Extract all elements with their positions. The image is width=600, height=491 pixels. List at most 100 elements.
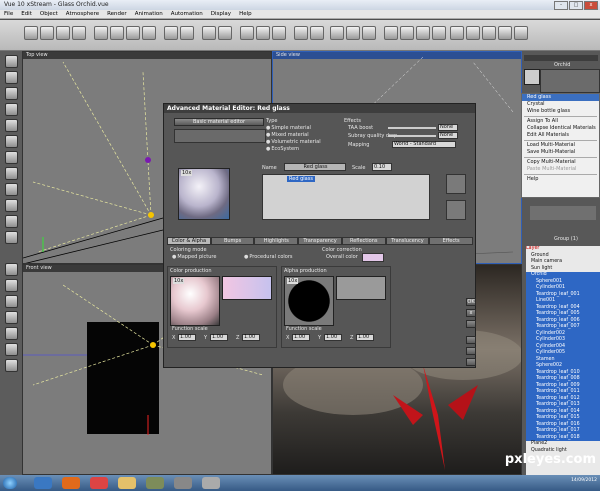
- paste-icon[interactable]: [126, 26, 140, 40]
- tab-translucency[interactable]: Translucency: [385, 237, 430, 245]
- alpha-scale-x-field[interactable]: 1.00: [292, 334, 310, 341]
- menu-display[interactable]: Display: [211, 10, 231, 18]
- rotate-view-icon[interactable]: [498, 26, 512, 40]
- app-icon[interactable]: [146, 477, 164, 489]
- open-icon[interactable]: [40, 26, 54, 40]
- cube-tool-icon[interactable]: [5, 71, 18, 84]
- copy-icon[interactable]: [110, 26, 124, 40]
- basic-material-editor-button[interactable]: Basic material editor: [174, 118, 264, 126]
- color-map-gradient[interactable]: [222, 276, 272, 300]
- color-preview-badge[interactable]: 10x: [173, 278, 185, 284]
- layout-icon[interactable]: [450, 26, 464, 40]
- camera-icon[interactable]: [256, 26, 270, 40]
- menu-item-wine-bottle-glass[interactable]: Wine bottle glass: [522, 108, 599, 115]
- menu-item-collapse-identical[interactable]: Collapse Identical Materials: [522, 125, 599, 132]
- color-scale-z-field[interactable]: 1.00: [242, 334, 260, 341]
- zoom-in-icon[interactable]: [400, 26, 414, 40]
- move-tool-icon[interactable]: [5, 343, 18, 356]
- overall-color-swatch[interactable]: [362, 253, 384, 262]
- menu-automation[interactable]: Automation: [171, 10, 203, 18]
- taa-boost-slider[interactable]: [388, 127, 436, 129]
- layer-alpha-swatch[interactable]: [446, 200, 466, 220]
- menu-render[interactable]: Render: [107, 10, 127, 18]
- chrome-icon[interactable]: [90, 477, 108, 489]
- cancel-button[interactable]: x: [466, 309, 476, 317]
- menu-edit[interactable]: Edit: [21, 10, 32, 18]
- path-tool-icon[interactable]: [5, 215, 18, 228]
- menu-help[interactable]: Help: [239, 10, 252, 18]
- tab-color-alpha[interactable]: Color & Alpha: [167, 237, 211, 245]
- grid-icon[interactable]: [482, 26, 496, 40]
- world-browser-tree[interactable]: Layer Ground Main camera Sun light Orchi…: [526, 246, 600, 475]
- scale-tool-icon[interactable]: [5, 359, 18, 372]
- tab-transparency[interactable]: Transparency: [298, 237, 342, 245]
- align-tool-icon[interactable]: [5, 327, 18, 340]
- menu-item-help[interactable]: Help: [522, 176, 599, 183]
- save-icon[interactable]: [56, 26, 70, 40]
- folder-icon[interactable]: [118, 477, 136, 489]
- material-thumbnail-icon[interactable]: [524, 69, 540, 85]
- colors-icon[interactable]: [310, 26, 324, 40]
- save-material-icon[interactable]: [466, 347, 476, 355]
- search-icon[interactable]: [384, 26, 398, 40]
- preview-icon[interactable]: [330, 26, 344, 40]
- rock-tool-icon[interactable]: [5, 167, 18, 180]
- light-tool-icon[interactable]: [5, 183, 18, 196]
- menu-item-load-multi[interactable]: Load Multi-Material: [522, 142, 599, 149]
- plant-tool-icon[interactable]: [5, 151, 18, 164]
- link-icon[interactable]: [218, 26, 232, 40]
- alpha-preview-badge[interactable]: 10x: [287, 278, 299, 284]
- type-ecosystem-radio[interactable]: EcoSystem: [266, 146, 299, 152]
- zoom-fit-icon[interactable]: [432, 26, 446, 40]
- zoom-out-icon[interactable]: [416, 26, 430, 40]
- undo-icon[interactable]: [164, 26, 178, 40]
- time-icon[interactable]: [294, 26, 308, 40]
- metablob-tool-icon[interactable]: [5, 279, 18, 292]
- layer-color-swatch[interactable]: [446, 174, 466, 194]
- mountain-tool-icon[interactable]: [5, 119, 18, 132]
- terrain-tool-icon[interactable]: [5, 103, 18, 116]
- app2-icon[interactable]: [202, 477, 220, 489]
- taa-boost-value[interactable]: None: [438, 124, 458, 131]
- alpha-map-gradient[interactable]: [336, 276, 386, 300]
- type-simple-radio[interactable]: Simple material: [266, 125, 311, 131]
- pan-icon[interactable]: [466, 26, 480, 40]
- atmosphere-icon[interactable]: [240, 26, 254, 40]
- close-window-button[interactable]: x: [584, 1, 598, 10]
- material-name-field[interactable]: Red glass: [284, 163, 346, 171]
- layer-list[interactable]: Red glass: [262, 174, 430, 220]
- menu-item-save-multi[interactable]: Save Multi-Material: [522, 149, 599, 156]
- type-mixed-radio[interactable]: Mixed material: [266, 132, 308, 138]
- tab-effects[interactable]: Effects: [429, 237, 474, 245]
- sphere-tool-icon[interactable]: [5, 55, 18, 68]
- menu-item-copy-multi[interactable]: Copy Multi-Material: [522, 159, 599, 166]
- minimize-button[interactable]: -: [554, 1, 568, 10]
- procedural-colors-radio[interactable]: Procedural colors: [244, 254, 292, 260]
- cloud-tool-icon[interactable]: [5, 199, 18, 212]
- tab-reflections[interactable]: Reflections: [341, 237, 386, 245]
- tab-bumps[interactable]: Bumps: [210, 237, 255, 245]
- render-icon[interactable]: [272, 26, 286, 40]
- subray-value[interactable]: None: [438, 132, 458, 139]
- texture-icon[interactable]: [362, 26, 376, 40]
- alpha-scale-y-field[interactable]: 1.00: [324, 334, 342, 341]
- new-scene-icon[interactable]: [24, 26, 38, 40]
- options-icon[interactable]: [466, 358, 476, 366]
- ie-icon[interactable]: [34, 477, 52, 489]
- drop-tool-icon[interactable]: [5, 311, 18, 324]
- cut-icon[interactable]: [94, 26, 108, 40]
- alpha-function-preview[interactable]: 10x: [284, 276, 334, 326]
- material-icon[interactable]: [202, 26, 216, 40]
- snap-icon[interactable]: [514, 26, 528, 40]
- scale-field[interactable]: 0.10: [372, 163, 392, 171]
- help-icon[interactable]: [466, 320, 476, 328]
- water-tool-icon[interactable]: [5, 135, 18, 148]
- preview-zoom-badge[interactable]: 10x: [181, 170, 193, 176]
- layer-item[interactable]: Red glass: [287, 176, 315, 182]
- load-material-icon[interactable]: [466, 336, 476, 344]
- subray-slider[interactable]: [388, 135, 436, 137]
- start-button-icon[interactable]: [3, 477, 17, 489]
- mapping-select[interactable]: World - Standard: [392, 141, 456, 148]
- menu-item-edit-all[interactable]: Edit All Materials: [522, 132, 599, 139]
- menu-object[interactable]: Object: [40, 10, 58, 18]
